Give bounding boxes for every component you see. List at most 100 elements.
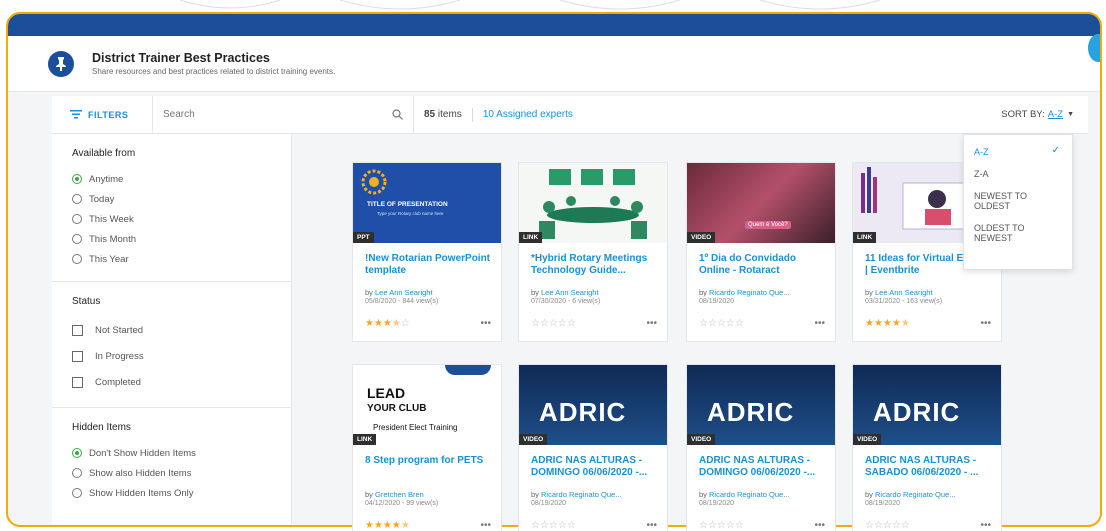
radio-dont-show-hidden[interactable]: Don't Show Hidden Items — [72, 443, 291, 463]
card-title[interactable]: ADRIC NAS ALTURAS - DOMINGO 06/06/2020 -… — [687, 445, 835, 485]
status-section: Status Not Started In Progress Completed — [52, 282, 291, 395]
help-tab[interactable] — [1088, 34, 1100, 62]
card-thumbnail[interactable]: ADRIC VIDEO — [519, 365, 667, 445]
sort-option-oldest[interactable]: OLDEST TO NEWEST — [964, 217, 1072, 249]
card-title[interactable]: 8 Step program for PETS — [353, 445, 501, 485]
card-thumbnail[interactable]: TITLE OF PRESENTATION Type your Rotary c… — [353, 163, 501, 243]
radio[interactable] — [72, 488, 82, 498]
content-card[interactable]: ADRIC VIDEO ADRIC NAS ALTURAS - DOMINGO … — [518, 364, 668, 531]
sort-option-a-z[interactable]: A-Z ✓ — [964, 141, 1072, 163]
checkbox-not-started[interactable]: Not Started — [72, 317, 291, 343]
card-meta: 08/19/2020 — [531, 500, 567, 507]
content-card[interactable]: LINK *Hybrid Rotary Meetings Technology … — [518, 162, 668, 342]
type-badge: LINK — [519, 232, 543, 243]
radio-today[interactable]: Today — [72, 189, 291, 209]
star-rating[interactable]: ☆☆☆☆☆ — [699, 520, 744, 531]
checkbox[interactable] — [72, 376, 83, 388]
checkbox[interactable] — [72, 324, 83, 336]
radio-show-hidden-only[interactable]: Show Hidden Items Only — [72, 483, 291, 503]
star-rating[interactable]: ★★★★☆ — [365, 318, 410, 329]
author-link[interactable]: Ricardo Reginato Que... — [709, 288, 789, 297]
thumb-title: TITLE OF PRESENTATION — [367, 201, 448, 208]
radio[interactable] — [72, 254, 82, 264]
top-bar — [8, 14, 1100, 36]
radio-show-also-hidden[interactable]: Show also Hidden Items — [72, 463, 291, 483]
type-badge: VIDEO — [853, 434, 882, 445]
card-author: by Ricardo Reginato Que... — [699, 490, 790, 499]
card-thumbnail[interactable]: ADRIC VIDEO — [853, 365, 1001, 445]
sort-dropdown-menu: A-Z ✓ Z-A NEWEST TO OLDEST OLDEST TO NEWE… — [963, 134, 1073, 270]
card-meta: 08/19/2020 — [699, 500, 735, 507]
radio-this-month[interactable]: This Month — [72, 229, 291, 249]
radio[interactable] — [72, 234, 82, 244]
author-link[interactable]: Gretchen Bren — [375, 490, 424, 499]
more-options-icon[interactable]: ••• — [480, 520, 491, 531]
content-card[interactable]: LEAD YOUR CLUB President Elect Training … — [352, 364, 502, 531]
meeting-illustration-icon — [539, 169, 647, 239]
card-author: by Ricardo Reginato Que... — [531, 490, 622, 499]
filters-label: FILTERS — [88, 109, 129, 120]
author-link[interactable]: Ricardo Reginato Que... — [541, 490, 621, 499]
author-link[interactable]: Ricardo Reginato Que... — [709, 490, 789, 499]
author-link[interactable]: Lee Ann Searight — [375, 288, 433, 297]
thumb-title: Quem é Você? — [745, 221, 791, 229]
card-meta: 08/19/2020 — [865, 500, 901, 507]
star-rating[interactable]: ☆☆☆☆☆ — [699, 318, 744, 329]
content-card[interactable]: ADRIC VIDEO ADRIC NAS ALTURAS - DOMINGO … — [686, 364, 836, 531]
more-options-icon[interactable]: ••• — [814, 520, 825, 531]
card-meta: 07/30/2020 - 6 view(s) — [531, 298, 601, 305]
more-options-icon[interactable]: ••• — [646, 318, 657, 329]
radio-selected[interactable] — [72, 174, 82, 184]
hidden-items-title: Hidden Items — [72, 422, 131, 433]
card-title[interactable]: !New Rotarian PowerPoint template — [353, 243, 501, 283]
sort-option-z-a[interactable]: Z-A — [964, 163, 1072, 185]
divider — [471, 107, 473, 122]
card-title[interactable]: ADRIC NAS ALTURAS - SABADO 06/06/2020 - … — [853, 445, 1001, 485]
content-card[interactable]: TITLE OF PRESENTATION Type your Rotary c… — [352, 162, 502, 342]
available-from-title: Available from — [72, 148, 136, 159]
sort-option-newest[interactable]: NEWEST TO OLDEST — [964, 185, 1072, 217]
radio-this-week[interactable]: This Week — [72, 209, 291, 229]
more-options-icon[interactable]: ••• — [980, 520, 991, 531]
card-thumbnail[interactable]: LEAD YOUR CLUB President Elect Training … — [353, 365, 501, 445]
card-thumbnail[interactable]: LINK — [519, 163, 667, 243]
card-title[interactable]: *Hybrid Rotary Meetings Technology Guide… — [519, 243, 667, 283]
card-title[interactable]: 1º Dia do Convidado Online - Rotaract — [687, 243, 835, 283]
search-icon[interactable] — [392, 109, 403, 120]
sort-by-control[interactable]: SORT BY: A-Z ▼ — [1001, 109, 1074, 120]
radio-this-year[interactable]: This Year — [72, 249, 291, 269]
star-rating[interactable]: ☆☆☆☆☆ — [531, 318, 576, 329]
assigned-experts-link[interactable]: 10 Assigned experts — [483, 109, 573, 120]
radio[interactable] — [72, 468, 82, 478]
radio[interactable] — [72, 214, 82, 224]
content-card[interactable]: Quem é Você? VIDEO 1º Dia do Convidado O… — [686, 162, 836, 342]
checkbox-in-progress[interactable]: In Progress — [72, 343, 291, 369]
sort-value[interactable]: A-Z — [1048, 109, 1063, 120]
author-link[interactable]: Ricardo Reginato Que... — [875, 490, 955, 499]
checkbox[interactable] — [72, 350, 83, 362]
author-link[interactable]: Lee Ann Searight — [875, 288, 933, 297]
checkbox-completed[interactable]: Completed — [72, 369, 291, 395]
radio[interactable] — [72, 194, 82, 204]
more-options-icon[interactable]: ••• — [480, 318, 491, 329]
sort-label: SORT BY: — [1001, 109, 1045, 120]
radio-anytime[interactable]: Anytime — [72, 169, 291, 189]
items-count: 85 items — [424, 109, 462, 120]
search-input[interactable] — [163, 109, 392, 120]
star-rating[interactable]: ★★★★★ — [365, 520, 410, 531]
radio-selected[interactable] — [72, 448, 82, 458]
check-icon: ✓ — [1051, 145, 1060, 156]
author-link[interactable]: Lee Ann Searight — [541, 288, 599, 297]
star-rating[interactable]: ☆☆☆☆☆ — [531, 520, 576, 531]
filters-button[interactable]: FILTERS — [52, 96, 152, 133]
star-rating[interactable]: ★★★★★ — [865, 318, 910, 329]
card-title[interactable]: ADRIC NAS ALTURAS - DOMINGO 06/06/2020 -… — [519, 445, 667, 485]
more-options-icon[interactable]: ••• — [814, 318, 825, 329]
card-thumbnail[interactable]: Quem é Você? VIDEO — [687, 163, 835, 243]
more-options-icon[interactable]: ••• — [980, 318, 991, 329]
more-options-icon[interactable]: ••• — [646, 520, 657, 531]
card-thumbnail[interactable]: ADRIC VIDEO — [687, 365, 835, 445]
card-author: by Lee Ann Searight — [365, 288, 433, 297]
content-card[interactable]: ADRIC VIDEO ADRIC NAS ALTURAS - SABADO 0… — [852, 364, 1002, 531]
star-rating[interactable]: ☆☆☆☆☆ — [865, 520, 910, 531]
